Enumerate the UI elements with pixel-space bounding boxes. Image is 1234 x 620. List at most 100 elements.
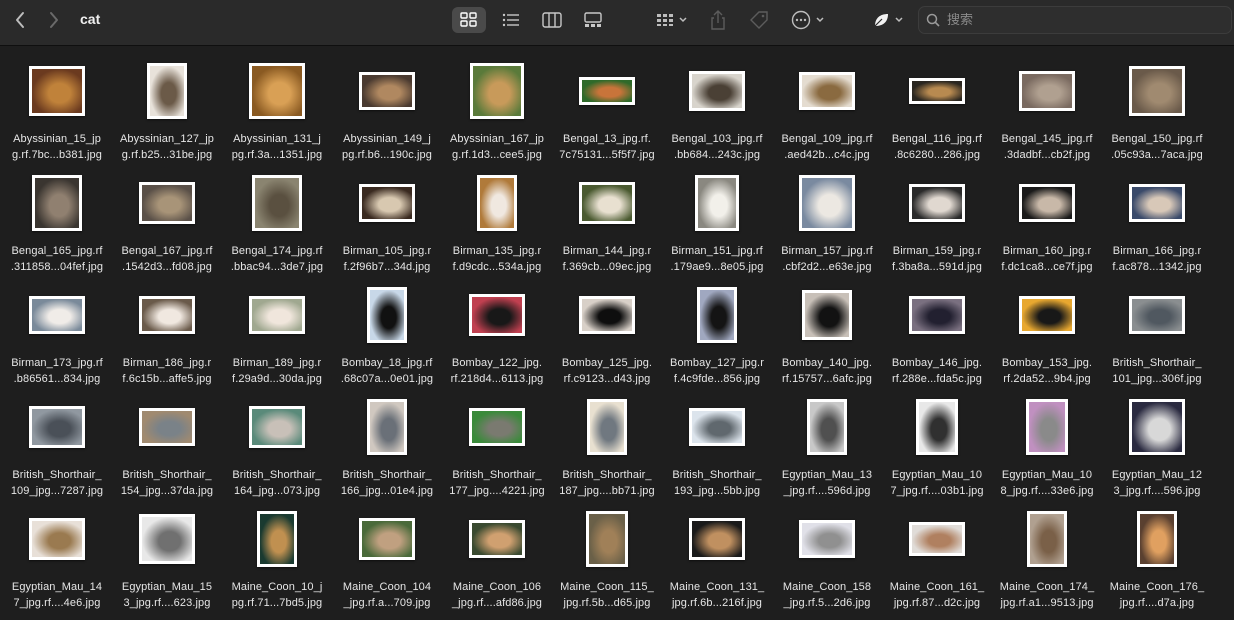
cat-photo-image xyxy=(1132,402,1182,452)
cat-photo-image xyxy=(692,521,742,557)
file-item[interactable]: Maine_Coon_10_j pg.rf.71...7bd5.jpg xyxy=(222,496,332,609)
file-item[interactable]: Egyptian_Mau_14 7_jpg.rf....4e6.jpg xyxy=(2,496,112,609)
file-item[interactable]: Abyssinian_149_j pg.rf.b6...190c.jpg xyxy=(332,48,442,161)
chevron-left-icon xyxy=(16,12,24,28)
gallery-view-button[interactable] xyxy=(576,7,610,33)
file-item[interactable]: Bombay_146_jpg. rf.288e...fda5c.jpg xyxy=(882,272,992,385)
file-item[interactable]: Abyssinian_127_jp g.rf.b25...31be.jpg xyxy=(112,48,222,161)
file-item[interactable]: British_Shorthair_ 177_jpg....4221.jpg xyxy=(442,384,552,497)
cat-photo-image xyxy=(252,409,302,445)
file-item[interactable]: Egyptian_Mau_10 8_jpg.rf....33e6.jpg xyxy=(992,384,1102,497)
grid-group-icon xyxy=(657,14,673,26)
file-item[interactable]: British_Shorthair_ 166_jpg...01e4.jpg xyxy=(332,384,442,497)
file-item[interactable]: Birman_173_jpg.rf .b86561...834.jpg xyxy=(2,272,112,385)
file-item[interactable]: British_Shorthair_ 187_jpg....bb71.jpg xyxy=(552,384,662,497)
file-name: Egyptian_Mau_15 3_jpg.rf....623.jpg xyxy=(112,579,222,611)
back-button[interactable] xyxy=(8,0,32,40)
tags-button[interactable] xyxy=(746,0,772,40)
file-item[interactable]: Bombay_125_jpg. rf.c9123...d43.jpg xyxy=(552,272,662,385)
file-thumbnail xyxy=(469,408,525,446)
file-item[interactable]: Egyptian_Mau_10 7_jpg.rf....03b1.jpg xyxy=(882,384,992,497)
file-item[interactable]: Maine_Coon_176_ jpg.rf....d7a.jpg xyxy=(1102,496,1212,609)
file-item[interactable]: Maine_Coon_104 _jpg.rf.a...709.jpg xyxy=(332,496,442,609)
file-item[interactable]: Birman_105_jpg.r f.2f96b7...34d.jpg xyxy=(332,160,442,273)
file-item[interactable]: Birman_135_jpg.r f.d9cdc...534a.jpg xyxy=(442,160,552,273)
file-item[interactable]: Maine_Coon_106 _jpg.rf....afd86.jpg xyxy=(442,496,552,609)
file-item[interactable]: Bombay_153_jpg. rf.2da52...9b4.jpg xyxy=(992,272,1102,385)
file-item[interactable]: Abyssinian_131_j pg.rf.3a...1351.jpg xyxy=(222,48,332,161)
file-item[interactable]: Maine_Coon_161_ jpg.rf.87...d2c.jpg xyxy=(882,496,992,609)
file-item[interactable]: Maine_Coon_115_ jpg.rf.5b...d65.jpg xyxy=(552,496,662,609)
file-thumbnail xyxy=(367,287,407,343)
file-item[interactable]: Birman_189_jpg.r f.29a9d...30da.jpg xyxy=(222,272,332,385)
file-item[interactable]: Egyptian_Mau_12 3_jpg.rf....596.jpg xyxy=(1102,384,1212,497)
action-menu-button[interactable] xyxy=(788,0,828,40)
file-name: Bombay_140_jpg. rf.15757...6afc.jpg xyxy=(772,355,882,387)
cat-photo-image xyxy=(919,402,955,452)
tag-icon xyxy=(750,11,768,29)
file-item[interactable]: Bengal_167_jpg.rf .1542d3...fd08.jpg xyxy=(112,160,222,273)
file-name-line-1: British_Shorthair_ xyxy=(452,469,542,481)
file-item[interactable]: Abyssinian_15_jp g.rf.7bc...b381.jpg xyxy=(2,48,112,161)
icon-view-button[interactable] xyxy=(452,7,486,33)
file-item[interactable]: British_Shorthair_ 193_jpg...5bb.jpg xyxy=(662,384,772,497)
file-item[interactable]: Bengal_13_jpg.rf. 7c75131...5f5f7.jpg xyxy=(552,48,662,161)
cat-photo-image xyxy=(1022,299,1072,331)
share-icon xyxy=(711,10,725,30)
search-input[interactable] xyxy=(947,12,1217,28)
file-name: Birman_151_jpg.rf .179ae9...8e05.jpg xyxy=(662,243,772,275)
file-item[interactable]: Bengal_103_jpg.rf .bb684...243c.jpg xyxy=(662,48,772,161)
file-name-line-1: Bengal_150_jpg.rf xyxy=(1111,133,1203,145)
group-by-button[interactable] xyxy=(652,0,692,40)
file-item[interactable]: Bengal_109_jpg.rf .aed42b...c4c.jpg xyxy=(772,48,882,161)
file-thumbnail xyxy=(587,399,627,455)
file-thumbnail xyxy=(359,518,415,560)
file-name-line-1: Maine_Coon_104 xyxy=(342,581,432,593)
file-item[interactable]: Birman_159_jpg.r f.3ba8a...591d.jpg xyxy=(882,160,992,273)
share-button[interactable] xyxy=(706,0,730,40)
column-view-button[interactable] xyxy=(535,7,569,33)
file-thumbnail xyxy=(689,408,745,446)
file-item[interactable]: Bengal_150_jpg.rf .05c93a...7aca.jpg xyxy=(1102,48,1212,161)
file-thumbnail xyxy=(799,72,855,110)
file-item[interactable]: British_Shorthair_ 101_jpg...306f.jpg xyxy=(1102,272,1212,385)
file-item[interactable]: Birman_157_jpg.rf .cbf2d2...e63e.jpg xyxy=(772,160,882,273)
search-field[interactable] xyxy=(918,6,1232,34)
list-view-button[interactable] xyxy=(494,7,528,33)
finder-toolbar: cat xyxy=(0,0,1234,46)
file-item[interactable]: Bengal_145_jpg.rf .3dadbf...cb2f.jpg xyxy=(992,48,1102,161)
file-name: Birman_160_jpg.r f.dc1ca8...ce7f.jpg xyxy=(992,243,1102,275)
file-item[interactable]: Bengal_174_jpg.rf .bbac94...3de7.jpg xyxy=(222,160,332,273)
file-item[interactable]: Maine_Coon_158 _jpg.rf.5...2d6.jpg xyxy=(772,496,882,609)
cat-photo-image xyxy=(1132,187,1182,219)
file-item[interactable]: Maine_Coon_131_ jpg.rf.6b...216f.jpg xyxy=(662,496,772,609)
file-item[interactable]: Birman_186_jpg.r f.6c15b...affe5.jpg xyxy=(112,272,222,385)
file-item[interactable]: Birman_166_jpg.r f.ac878...1342.jpg xyxy=(1102,160,1212,273)
file-item[interactable]: Maine_Coon_174_ jpg.rf.a1...9513.jpg xyxy=(992,496,1102,609)
file-item[interactable]: British_Shorthair_ 164_jpg...073.jpg xyxy=(222,384,332,497)
file-item[interactable]: British_Shorthair_ 109_jpg...7287.jpg xyxy=(2,384,112,497)
extension-button[interactable] xyxy=(868,0,908,40)
file-item[interactable]: Birman_160_jpg.r f.dc1ca8...ce7f.jpg xyxy=(992,160,1102,275)
file-item[interactable]: Bombay_122_jpg. rf.218d4...6113.jpg xyxy=(442,272,552,385)
file-item[interactable]: Bengal_116_jpg.rf .8c6280...286.jpg xyxy=(882,48,992,161)
file-item[interactable]: Bombay_127_jpg.r f.4c9fde...856.jpg xyxy=(662,272,772,385)
cat-photo-image xyxy=(698,178,736,228)
chevron-down-icon xyxy=(679,17,687,23)
file-thumbnail xyxy=(469,294,525,336)
file-item[interactable]: British_Shorthair_ 154_jpg...37da.jpg xyxy=(112,384,222,497)
file-name-line-1: Abyssinian_131_j xyxy=(233,133,321,145)
file-item[interactable]: Egyptian_Mau_13 _jpg.rf....596d.jpg xyxy=(772,384,882,497)
file-item[interactable]: Egyptian_Mau_15 3_jpg.rf....623.jpg xyxy=(112,496,222,611)
file-item[interactable]: Bengal_165_jpg.rf .311858...04fef.jpg xyxy=(2,160,112,273)
file-item[interactable]: Bombay_140_jpg. rf.15757...6afc.jpg xyxy=(772,272,882,387)
forward-button[interactable] xyxy=(42,0,66,40)
file-item[interactable]: Abyssinian_167_jp g.rf.1d3...cee5.jpg xyxy=(442,48,552,161)
file-item[interactable]: Birman_151_jpg.rf .179ae9...8e05.jpg xyxy=(662,160,772,275)
file-thumbnail xyxy=(697,287,737,343)
file-item[interactable]: Birman_144_jpg.r f.369cb...09ec.jpg xyxy=(552,160,662,273)
file-thumbnail xyxy=(29,296,85,334)
file-thumbnail xyxy=(470,63,524,119)
cat-photo-image xyxy=(700,290,734,340)
file-item[interactable]: Bombay_18_jpg.rf .68c07a...0e01.jpg xyxy=(332,272,442,385)
